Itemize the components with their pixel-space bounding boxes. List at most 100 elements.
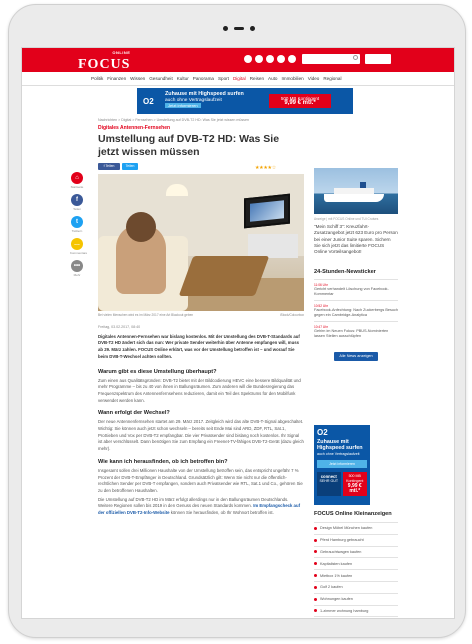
banner-price: 9,99 € mtl.* xyxy=(284,100,316,106)
ad-offer-row: connect SEHR GUT 500 MB Kontingent 9,99 € … xyxy=(317,472,367,496)
more-label: Mehr xyxy=(73,273,81,277)
logo-subtitle: ONLINE xyxy=(112,50,131,55)
search-input[interactable] xyxy=(302,54,360,64)
image-caption: Bei vielen Menschen wird es im März 2017… xyxy=(98,313,304,317)
article-kicker: Digitales Antennen-Fernsehen xyxy=(98,125,171,131)
site-header: ONLINE FOCUS xyxy=(22,48,454,72)
newsticker-title: 24-Stunden-Newsticker xyxy=(314,269,376,276)
all-news-button[interactable]: Alle News anzeigen xyxy=(334,352,378,362)
connect-rating: SEHR GUT xyxy=(319,479,339,483)
twitter-icon[interactable] xyxy=(255,55,263,63)
nav-item[interactable]: Auto xyxy=(268,76,277,81)
section-heading: Wann erfolgt der Wechsel? xyxy=(98,410,170,417)
article-date: Freitag, 03.02.2017, 08:40 xyxy=(98,325,141,329)
article-image xyxy=(98,174,304,311)
image-credit: iStock/Colourbox xyxy=(279,313,304,317)
nav-item[interactable]: Politik xyxy=(91,76,103,81)
floating-share-column: ⌂ Startseite f Teilen t Twittern … Kommentare ••… xyxy=(70,172,87,282)
ad-price-box: 500 MB Kontingent 9,99 € mtl.* xyxy=(342,472,367,496)
newsticker-item[interactable]: 11:06 Uhr Gericht verhandelt Löschung von… xyxy=(314,279,398,300)
paragraph: Insgesamt sollen drei Millionen Haushalt… xyxy=(98,467,303,493)
facebook-icon[interactable]: f xyxy=(71,194,83,206)
newsticker-item[interactable]: 10:47 Uhr Gehirn im Neuen Fokus: PBUS-Nom… xyxy=(314,321,398,342)
right-sidebar: Anzeige | mit FOCUS Online und TUI Cruis… xyxy=(314,168,398,362)
ad-offer: 500 MB Kontingent xyxy=(346,474,364,483)
facebook-share-button[interactable]: f Teilen xyxy=(98,163,120,170)
banner-subline: auch ohne Vertragslaufzeit xyxy=(165,97,222,103)
googleplus-icon[interactable] xyxy=(266,55,274,63)
classified-link[interactable]: Kapitalisten kaufen xyxy=(314,557,398,569)
classified-link[interactable]: Gebrauchtwagen kaufen xyxy=(314,545,398,558)
section-heading: Warum gibt es diese Umstellung überhaupt… xyxy=(98,368,217,375)
classified-link[interactable]: 4-Zimmer Wohnung Hamburg xyxy=(314,616,398,618)
youtube-icon[interactable] xyxy=(288,55,296,63)
login-button[interactable] xyxy=(365,54,391,64)
ad-text: Zuhause mit Highspeed surfen auch ohne Ve… xyxy=(317,439,367,457)
nav-item[interactable]: Finanzen xyxy=(107,76,126,81)
classified-link[interactable]: Pferd Hamburg gebraucht xyxy=(314,533,398,546)
classified-link[interactable]: Golf 2 kaufen xyxy=(314,580,398,593)
nav-item[interactable]: Video xyxy=(308,76,320,81)
banner-cta[interactable]: Jetzt informieren xyxy=(165,103,201,109)
focus-logo[interactable]: ONLINE FOCUS xyxy=(78,50,130,73)
promo-label: Anzeige | mit FOCUS Online und TUI Cruis… xyxy=(314,217,379,221)
classified-link[interactable]: Mietbox 1% kaufen xyxy=(314,569,398,581)
search-icon[interactable] xyxy=(353,55,358,60)
social-icons xyxy=(244,55,296,63)
nav-item[interactable]: Regional xyxy=(323,76,341,81)
rating-stars[interactable]: ★★★★☆ xyxy=(255,165,276,171)
breadcrumb[interactable]: Nachrichten > Digital > Fernsehen > Umst… xyxy=(98,118,249,122)
comment-icon[interactable]: … xyxy=(71,238,83,250)
facebook-icon[interactable] xyxy=(244,55,252,63)
nav-item[interactable]: Panorama xyxy=(193,76,214,81)
classified-link[interactable]: Wohnungen kaufen xyxy=(314,592,398,605)
instagram-icon[interactable] xyxy=(277,55,285,63)
twitter-share-button[interactable]: Teilen xyxy=(122,163,138,170)
home-label: Startseite xyxy=(70,185,84,189)
ad-price: 9,99 € mtl.* xyxy=(347,483,362,494)
newsticker-headline: Gehirn im Neuen Fokus: PBUS-Nominierten … xyxy=(314,329,389,339)
article-title: Umstellung auf DVB-T2 HD: Was Sie jetzt … xyxy=(98,133,280,158)
nav-item[interactable]: Reisen xyxy=(250,76,264,81)
twitter-label: Twittern xyxy=(71,229,83,233)
paragraph: Der neue Antennenfernsehen startet am 29… xyxy=(98,419,304,452)
share-bar: f Teilen Teilen xyxy=(98,163,138,170)
o2-banner-ad[interactable]: O2 Zuhause mit Highspeed surfen auch ohn… xyxy=(137,88,353,114)
nav-item[interactable]: Gesundheit xyxy=(149,76,173,81)
logo-text: FOCUS xyxy=(78,57,131,72)
ad-headline: Zuhause mit Highspeed surfen xyxy=(317,439,363,451)
connect-badge: connect SEHR GUT xyxy=(317,472,341,496)
camera-dots xyxy=(223,26,255,31)
nav-item[interactable]: Digital xyxy=(233,76,246,81)
newsticker-item[interactable]: 10:52 Uhr Facebook-Anfechtung: Nach Zucke… xyxy=(314,300,398,321)
ad-cta-button[interactable]: Jetzt informieren xyxy=(317,460,367,468)
tv-icon xyxy=(244,193,290,229)
cruise-ship-image[interactable] xyxy=(314,168,398,214)
paragraph: Die Umstellung auf DVB-T2 HD im März erf… xyxy=(98,497,304,517)
classified-link[interactable]: 1-zimmer wohnung hamburg xyxy=(314,604,398,617)
twitter-icon[interactable]: t xyxy=(71,216,83,228)
ad-subline: auch ohne Vertragslaufzeit xyxy=(317,452,360,456)
facebook-label: Teilen xyxy=(73,207,81,211)
newsticker-headline: Gericht verhandelt Löschung von Facebook… xyxy=(314,287,389,297)
banner-text: Zuhause mit Highspeed surfen auch ohne V… xyxy=(165,92,265,110)
section-heading: Wie kann ich herausfinden, ob ich betrof… xyxy=(98,458,228,465)
article-body: Freitag, 03.02.2017, 08:40 Digitales Ant… xyxy=(98,324,304,519)
promo-text[interactable]: "Mein Schiff 3": Kreuzfahrt-Zusatzangebo… xyxy=(314,224,398,255)
classifieds-list: Design Möbel München kaufen Pferd Hamburg… xyxy=(314,522,398,618)
o2-sidebar-ad[interactable]: O2 Zuhause mit Highspeed surfen auch ohne… xyxy=(314,425,370,505)
classifieds-title: FOCUS Online Kleinanzeigen xyxy=(314,511,392,517)
banner-offer: 500 MB Kontingent 9,99 € mtl.* xyxy=(269,94,331,108)
o2-logo: O2 xyxy=(143,96,154,106)
caption-text: Bei vielen Menschen wird es im März 2017… xyxy=(98,313,194,317)
newsticker-list: 11:06 Uhr Gericht verhandelt Löschung von… xyxy=(314,279,398,342)
nav-item[interactable]: Wissen xyxy=(130,76,145,81)
classified-link[interactable]: Design Möbel München kaufen xyxy=(314,522,398,534)
nav-item[interactable]: Immobilien xyxy=(281,76,303,81)
home-icon[interactable]: ⌂ xyxy=(71,172,83,184)
main-navigation: Politik Finanzen Wissen Gesundheit Kultur Pan… xyxy=(22,72,454,86)
paragraph: Zum einen aus Qualitätsgründen: DVB-T2 b… xyxy=(98,377,301,403)
more-icon[interactable]: ••• xyxy=(71,260,83,272)
nav-item[interactable]: Kultur xyxy=(177,76,189,81)
nav-item[interactable]: Sport xyxy=(218,76,229,81)
